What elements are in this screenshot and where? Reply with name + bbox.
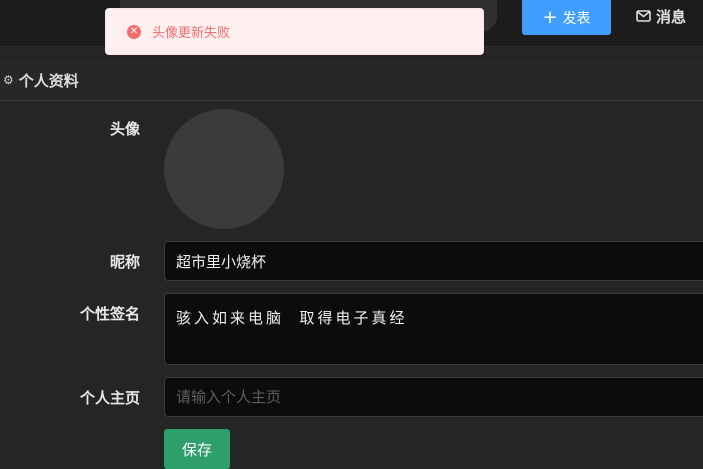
publish-label: 发表 — [562, 10, 591, 27]
toast-message: 头像更新失败 — [152, 26, 231, 41]
messages-label: 消息 — [656, 7, 687, 26]
gear-icon: ⚙ — [3, 73, 14, 87]
plus-icon: + — [542, 6, 558, 28]
avatar-label: 头像 — [109, 120, 140, 138]
avatar[interactable] — [164, 109, 284, 229]
homepage-label: 个人主页 — [79, 389, 140, 407]
save-button[interactable]: 保存 — [164, 429, 230, 469]
nickname-input[interactable] — [164, 241, 703, 281]
homepage-input[interactable] — [164, 377, 703, 417]
mail-icon — [636, 10, 651, 22]
messages-link[interactable]: 消息 — [636, 6, 686, 26]
error-circle-icon: ✕ — [127, 24, 141, 39]
section-title: 个人资料 — [18, 71, 79, 90]
signature-textarea[interactable]: 骇入如来电脑 取得电子真经 — [164, 293, 703, 365]
publish-button[interactable]: + 发表 — [522, 0, 611, 35]
nickname-label: 昵称 — [109, 253, 140, 271]
error-toast: ✕ 头像更新失败 — [105, 8, 484, 55]
signature-label: 个性签名 — [79, 305, 140, 323]
section-header: ⚙ 个人资料 — [0, 60, 703, 101]
